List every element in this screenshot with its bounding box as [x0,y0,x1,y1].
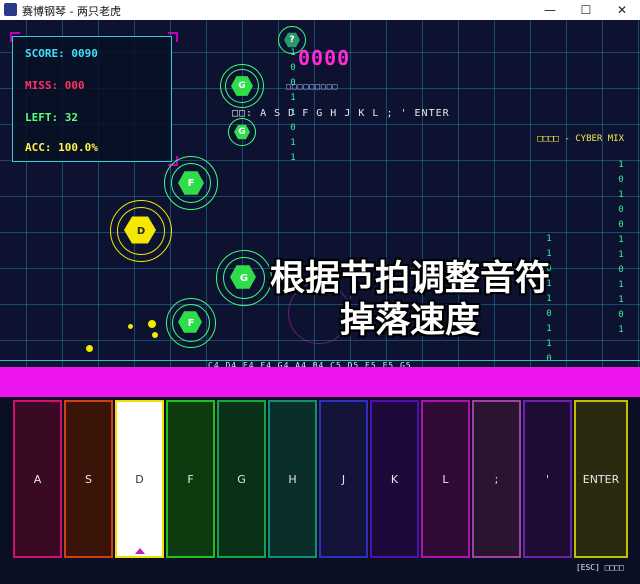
falling-note: F [166,298,216,348]
piano-key-k[interactable]: K [370,400,419,558]
falling-note: G [220,64,264,108]
app-icon [4,3,17,16]
key-label: S [85,472,92,486]
binary-rain-column: 101001101101 [618,160,624,335]
falling-note: F [164,156,218,210]
note-label: F [187,317,195,329]
key-label: F [187,472,194,486]
miss-value: MISS: 000 [25,79,85,92]
falling-note: D [110,200,172,262]
key-label: L [442,472,449,486]
score-value: SCORE: 0090 [25,47,98,60]
piano-key-f[interactable]: F [166,400,215,558]
minimize-button[interactable]: — [532,0,568,20]
piano-key-a[interactable]: A [13,400,62,558]
active-key-marker-icon [134,548,145,554]
piano-key-j[interactable]: J [319,400,368,558]
key-label: K [390,472,399,486]
combo-subtitle: □□□□□□□□□ [286,82,339,91]
corner-bracket [10,32,20,42]
key-label: J [341,472,346,486]
binary-rain-column: 10011011 [290,48,296,163]
caption-line-2: 掉落速度 [339,301,480,341]
piano-key-enter[interactable]: ENTER [574,400,628,558]
falling-note: G [228,118,256,146]
hit-particle [148,320,156,328]
accuracy-value: ACC: 100.0% [25,141,98,154]
piano-key-g[interactable]: G [217,400,266,558]
song-title: □□□□ - CYBER MIX [537,134,624,144]
maximize-button[interactable]: ☐ [568,0,604,20]
piano-keyboard: A S D F G H J K L ; ' ENTER [ESC] □□□□ [0,397,640,584]
window-titlebar: 赛博钢琴 - 两只老虎 — ☐ ✕ [0,0,640,21]
key-label: ' [545,472,550,486]
key-label: A [33,472,42,486]
caption-line-1: 根据节拍调整音符 [269,259,550,299]
esc-hint: [ESC] □□□□ [575,563,624,572]
note-label: G [238,81,246,91]
key-label: G [237,472,246,486]
hit-judgement-bar [0,367,640,397]
hit-particle [152,332,158,338]
key-label: D [135,472,144,486]
close-button[interactable]: ✕ [604,0,640,20]
piano-key-quote[interactable]: ' [523,400,572,558]
falling-note: ? [278,26,306,54]
piano-key-d[interactable]: D [115,400,164,558]
corner-bracket [168,32,178,42]
note-label: ? [289,35,295,45]
window-title: 赛博钢琴 - 两只老虎 [22,5,121,18]
note-label: G [238,127,246,137]
piano-key-l[interactable]: L [421,400,470,558]
piano-key-s[interactable]: S [64,400,113,558]
piano-key-h[interactable]: H [268,400,317,558]
score-panel: SCORE: 0090 MISS: 000 LEFT: 32 ACC: 100.… [12,36,172,162]
note-label: D [136,225,146,237]
key-label: ENTER [582,472,620,486]
hit-particle [86,345,93,352]
hit-particle [128,324,133,329]
piano-key-semicolon[interactable]: ; [472,400,521,558]
left-value: LEFT: 32 [25,111,78,124]
game-canvas[interactable]: SCORE: 0090 MISS: 000 LEFT: 32 ACC: 100.… [0,20,640,584]
key-mapping-hint: □□: A S D F G H J K L ; ' ENTER [232,108,450,119]
key-label: ; [494,472,499,486]
note-label: F [187,177,195,189]
key-label: H [288,472,297,486]
